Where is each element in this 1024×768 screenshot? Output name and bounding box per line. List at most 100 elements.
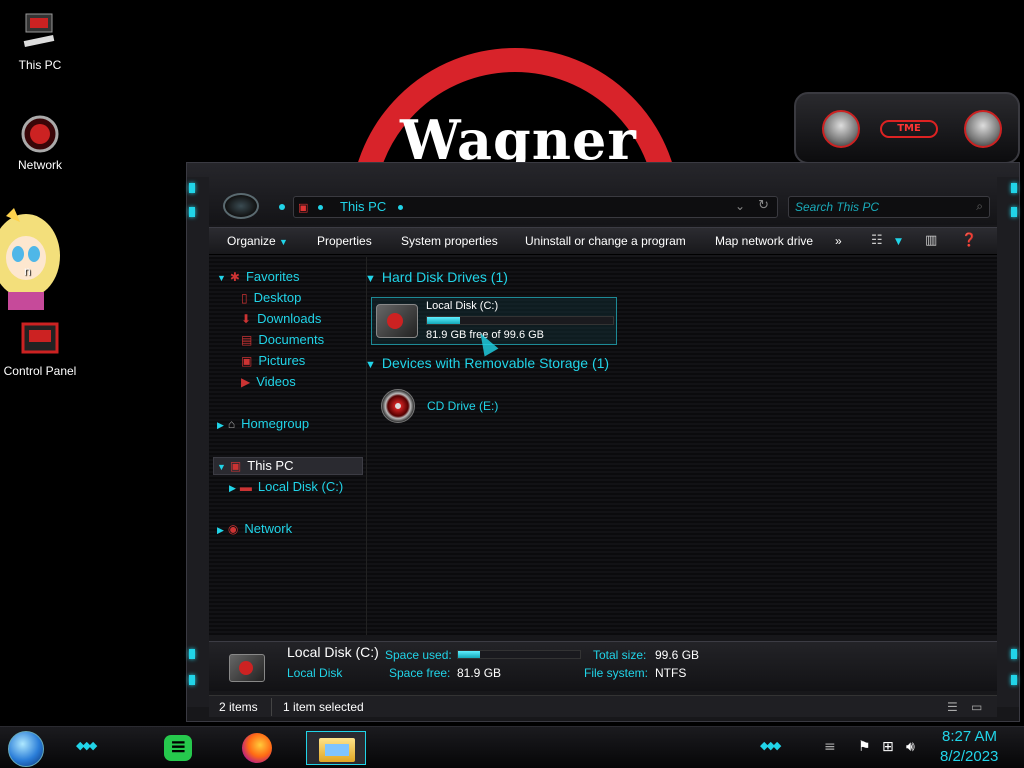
nav-label: Network (244, 521, 293, 536)
cd-drive-icon[interactable] (381, 389, 415, 423)
nav-homegroup[interactable]: ▶ ⌂ Homegroup (217, 416, 309, 431)
pictures-icon: ▣ (241, 354, 253, 368)
taskbar: ◆◆◆ ◆◆◆ ≡ ⚑ ⊞ 🔊︎ 8:27 AM 8/2/2023 (0, 726, 1024, 768)
gadget-label: TME (880, 120, 938, 138)
address-bar[interactable]: ▣ This PC ⌄ ↻ (293, 196, 778, 218)
hard-drive-icon (376, 304, 418, 338)
clock-date[interactable]: 8/2/2023 (940, 748, 998, 765)
help-icon[interactable]: ❓ (961, 233, 977, 248)
control-panel-icon (21, 322, 59, 354)
expand-icon[interactable]: ▶ (229, 483, 236, 493)
frame-light (1011, 649, 1017, 659)
chevron-down-icon: ▼ (365, 273, 376, 285)
frame-light (189, 207, 195, 217)
this-pc-icon: ▣ (298, 201, 309, 214)
expand-icon[interactable]: ▼ (217, 462, 226, 472)
nav-downloads[interactable]: ⬇ Downloads (241, 311, 321, 326)
nav-videos[interactable]: ▶ Videos (241, 374, 296, 389)
breadcrumb-this-pc[interactable]: This PC (340, 199, 386, 214)
expand-icon[interactable]: ▼ (217, 273, 226, 283)
navigation-pane: ▼ ✱ Favorites ▯ Desktop ⬇ Downloads ▤ Documen… (209, 257, 367, 635)
desktop-icon-this-pc[interactable]: This PC (0, 10, 80, 72)
chevron-down-icon[interactable]: ⌄ (735, 199, 745, 213)
explorer-window: ▣ This PC ⌄ ↻ Search This PC ⌕ Organize … (186, 162, 1020, 722)
monitor-icon (23, 13, 55, 48)
item-count: 2 items (219, 700, 258, 714)
nav-pictures[interactable]: ▣ Pictures (241, 353, 305, 368)
this-pc-icon: ▣ (229, 459, 242, 473)
videos-icon: ▶ (241, 375, 251, 389)
status-divider (271, 698, 272, 716)
search-box[interactable]: Search This PC ⌕ (788, 196, 990, 218)
group-label: Hard Disk Drives (1) (381, 269, 508, 285)
nav-label: Local Disk (C:) (257, 479, 344, 494)
show-hidden-icons[interactable]: ≡ (824, 739, 836, 755)
volume-icon[interactable]: 🔊︎ (906, 739, 915, 755)
expand-icon[interactable]: ▶ (217, 525, 224, 535)
clock-time[interactable]: 8:27 AM (942, 728, 997, 745)
chevron-down-icon[interactable]: ▼ (895, 237, 902, 247)
desktop-icon-label: Control Panel (3, 364, 77, 378)
nav-documents[interactable]: ▤ Documents (241, 332, 324, 347)
properties-button[interactable]: Properties (317, 234, 372, 248)
homegroup-icon: ⌂ (227, 417, 236, 431)
total-size-label: Total size: (593, 648, 647, 662)
desktop-icon-control-panel[interactable]: Control Panel (0, 318, 80, 378)
search-icon[interactable]: ⌕ (976, 199, 983, 214)
system-properties-button[interactable]: System properties (401, 234, 498, 248)
content-area: ▼ ✱ Favorites ▯ Desktop ⬇ Downloads ▤ Documen… (209, 257, 997, 635)
selection-count: 1 item selected (283, 700, 364, 714)
taskbar-app-firefox[interactable] (226, 731, 286, 765)
breadcrumb-separator[interactable] (398, 205, 403, 210)
breadcrumb-separator[interactable] (318, 205, 323, 210)
frame-light (189, 183, 195, 193)
frame-light (1011, 675, 1017, 685)
nav-label: Downloads (257, 311, 322, 326)
taskbar-app-file-explorer[interactable] (306, 731, 366, 765)
desktop-icon: ▯ (241, 291, 248, 305)
taskbar-decoration: ◆◆◆ (76, 739, 97, 752)
nav-network[interactable]: ▶ ◉ Network (217, 521, 292, 536)
nav-this-pc[interactable]: ▼ ▣ This PC (217, 458, 294, 473)
total-size-value: 99.6 GB (655, 648, 700, 662)
sticky-notes-icon (164, 734, 192, 761)
group-header-hard-disk-drives[interactable]: ▼ Hard Disk Drives (1) (365, 269, 508, 285)
details-title: Local Disk (C:) (287, 644, 379, 660)
nav-favorites[interactable]: ▼ ✱ Favorites (217, 269, 299, 284)
nav-desktop[interactable]: ▯ Desktop (241, 290, 301, 305)
space-free-value: 81.9 GB (457, 666, 502, 680)
command-bar: Organize ▼ Properties System properties … (209, 227, 997, 255)
more-commands-button[interactable]: » (835, 234, 842, 248)
expand-icon[interactable]: ▶ (217, 420, 224, 430)
start-button[interactable] (8, 731, 44, 767)
star-character-icon (0, 208, 60, 310)
frame-light (189, 675, 195, 685)
nav-local-disk[interactable]: ▶ ▬ Local Disk (C:) (229, 479, 343, 494)
nav-label: Homegroup (241, 416, 310, 431)
desktop-icon-network[interactable]: Network (0, 114, 80, 172)
search-placeholder: Search This PC (795, 200, 880, 214)
flag-icon[interactable]: ⚑ (858, 739, 871, 755)
window-frame-left (187, 177, 209, 707)
map-network-drive-button[interactable]: Map network drive (715, 234, 813, 248)
alien-gadget[interactable]: TME (794, 92, 1020, 164)
details-view-icon[interactable]: ☰ (947, 700, 958, 714)
uninstall-program-button[interactable]: Uninstall or change a program (525, 234, 686, 248)
taskbar-app-sticky-notes[interactable] (148, 731, 208, 765)
back-forward-button[interactable] (223, 193, 259, 219)
organize-button[interactable]: Organize ▼ (227, 234, 288, 248)
network-status-icon[interactable]: ⊞ (882, 739, 894, 755)
recent-locations-dot[interactable] (279, 204, 285, 210)
drive-name: Local Disk (C:) (426, 300, 499, 312)
space-used-bar (457, 650, 581, 659)
large-icons-view-icon[interactable]: ▭ (971, 700, 982, 714)
preview-pane-icon[interactable]: ▥ (925, 233, 937, 248)
view-options-icon[interactable]: ☷ (871, 233, 883, 248)
star-icon: ✱ (229, 270, 240, 284)
frame-light (1011, 183, 1017, 193)
refresh-icon[interactable]: ↻ (758, 198, 769, 213)
drive-tile-local-disk-c[interactable]: Local Disk (C:) 81.9 GB free of 99.6 GB (371, 297, 617, 345)
cd-drive-label[interactable]: CD Drive (E:) (427, 399, 498, 413)
hard-drive-icon (229, 654, 265, 682)
group-header-removable-storage[interactable]: ▼ Devices with Removable Storage (1) (365, 355, 609, 371)
